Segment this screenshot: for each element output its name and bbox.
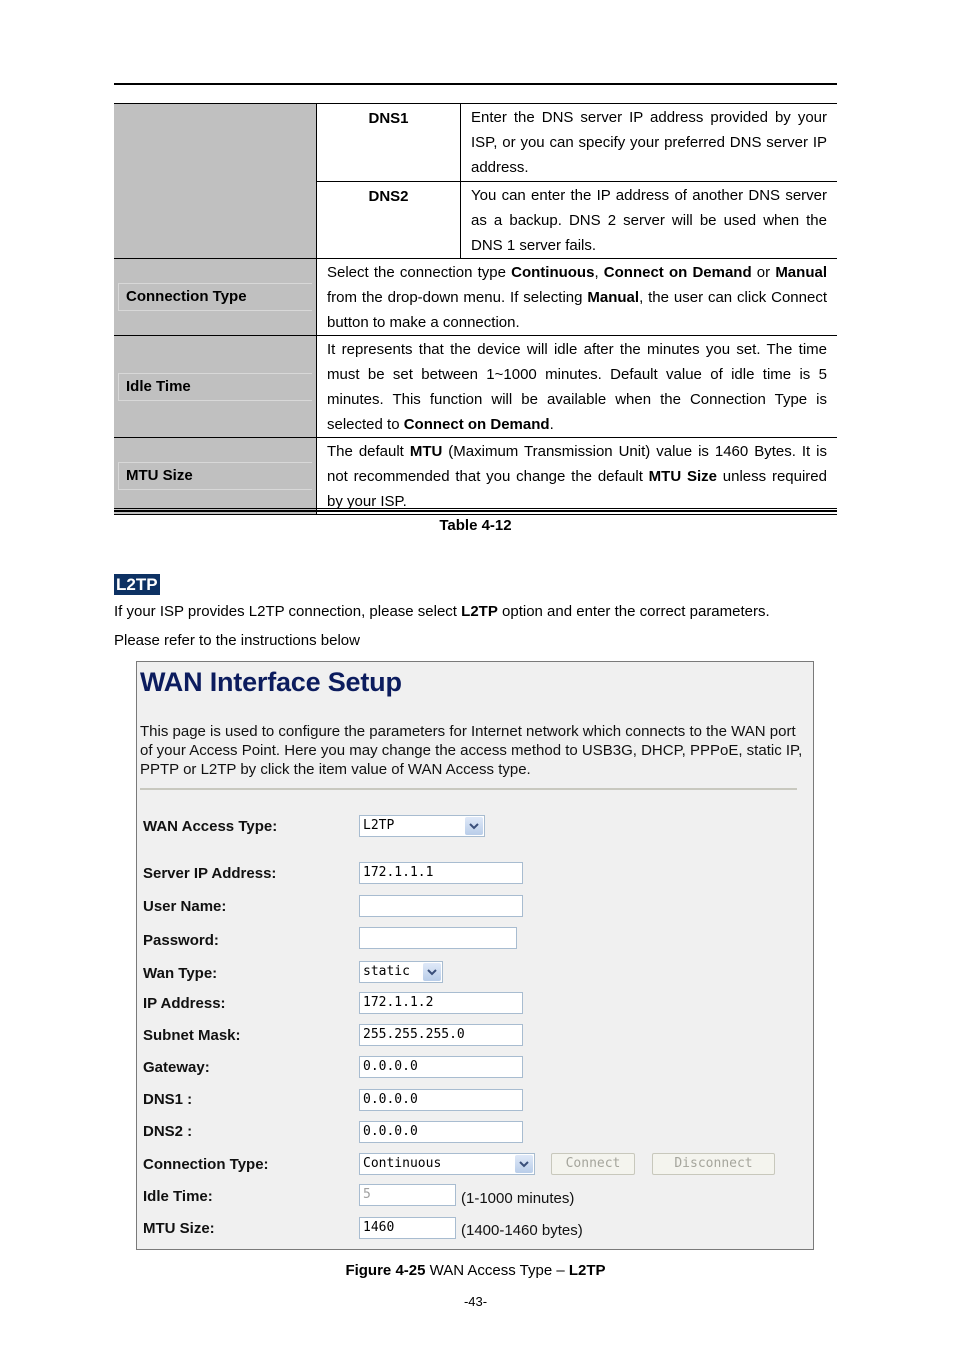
- table-row: MTU Size The default MTU (Maximum Transm…: [114, 437, 837, 515]
- connect-button[interactable]: Connect: [551, 1153, 635, 1175]
- text-bold: MTU: [409, 443, 443, 460]
- chevron-down-icon[interactable]: [423, 963, 441, 981]
- divider: [140, 788, 797, 790]
- connection-type-label: Connection Type:: [143, 1156, 269, 1173]
- section-intro: If your ISP provides L2TP connection, pl…: [114, 603, 837, 620]
- parameter-table: DNS1 Enter the DNS server IP address pro…: [114, 103, 837, 515]
- table-subrow-description: Enter the DNS server IP address provided…: [460, 103, 837, 182]
- row-label: Connection Type: [118, 283, 312, 311]
- mtu-size-input[interactable]: 1460: [359, 1217, 456, 1239]
- idle-time-input[interactable]: 5: [359, 1184, 456, 1206]
- mtu-size-hint: (1400-1460 bytes): [461, 1222, 583, 1239]
- text: If your ISP provides L2TP connection, pl…: [114, 603, 462, 620]
- section-intro-line2: Please refer to the instructions below: [114, 632, 360, 649]
- gateway-input[interactable]: 0.0.0.0: [359, 1056, 523, 1078]
- server-ip-label: Server IP Address:: [143, 865, 277, 882]
- table-label-cell: [114, 103, 317, 259]
- table-bottom-rule: [114, 508, 837, 509]
- text: WAN Access Type –: [425, 1262, 569, 1279]
- wan-access-type-label: WAN Access Type:: [143, 818, 278, 835]
- wan-type-select[interactable]: static: [359, 961, 443, 983]
- select-value: L2TP: [363, 818, 395, 833]
- figure-caption: Figure 4-25 WAN Access Type – L2TP: [114, 1262, 837, 1279]
- table-row: Idle Time It represents that the device …: [114, 335, 837, 438]
- select-value: static: [363, 964, 410, 979]
- table-label-cell: Idle Time: [114, 335, 317, 438]
- row-label: MTU Size: [118, 462, 312, 490]
- user-name-label: User Name:: [143, 898, 227, 915]
- text: The default: [327, 443, 410, 460]
- text-bold: MTU Size: [648, 468, 717, 485]
- text: or: [751, 264, 776, 281]
- select-value: Continuous: [363, 1156, 442, 1171]
- page-title: WAN Interface Setup: [140, 667, 402, 697]
- caption-label: Figure 4-25: [345, 1262, 426, 1279]
- wan-access-type-select[interactable]: L2TP: [359, 815, 485, 837]
- text: Select the connection type: [327, 264, 512, 281]
- ip-address-label: IP Address:: [143, 995, 226, 1012]
- row-description: It represents that the device will idle …: [316, 335, 837, 438]
- mtu-size-label: MTU Size:: [143, 1220, 215, 1237]
- wan-setup-screenshot: WAN Interface Setup This page is used to…: [136, 661, 814, 1250]
- gateway-label: Gateway:: [143, 1059, 210, 1076]
- text-bold: Connect on Demand: [603, 264, 752, 281]
- table-label-cell: Connection Type: [114, 258, 317, 336]
- ip-address-input[interactable]: 172.1.1.2: [359, 992, 523, 1014]
- page-description: This page is used to configure the param…: [140, 723, 803, 778]
- text-bold: Continuous: [511, 264, 595, 281]
- table-bottom-rule: [114, 510, 837, 512]
- text: ,: [594, 264, 604, 281]
- page-number: -43-: [463, 1294, 488, 1309]
- subnet-mask-label: Subnet Mask:: [143, 1027, 241, 1044]
- user-name-input[interactable]: [359, 895, 523, 917]
- disconnect-button[interactable]: Disconnect: [652, 1153, 775, 1175]
- table-subrow-name: DNS1: [316, 103, 461, 182]
- text: It represents that the device will idle …: [327, 341, 827, 433]
- text-bold: Connect on Demand: [403, 416, 550, 433]
- text-bold: L2TP: [568, 1262, 606, 1279]
- wan-type-label: Wan Type:: [143, 965, 218, 982]
- table-caption: Table 4-12: [439, 517, 512, 534]
- idle-time-label: Idle Time:: [143, 1188, 213, 1205]
- server-ip-input[interactable]: 172.1.1.1: [359, 862, 523, 884]
- dns1-label: DNS1 :: [143, 1091, 193, 1108]
- text-bold: Manual: [587, 289, 640, 306]
- password-label: Password:: [143, 932, 219, 949]
- table-row: DNS1 Enter the DNS server IP address pro…: [114, 103, 837, 259]
- password-input[interactable]: [359, 927, 517, 949]
- dns2-input[interactable]: 0.0.0.0: [359, 1121, 523, 1143]
- text: from the drop-down menu. If selecting: [327, 289, 588, 306]
- chevron-down-icon[interactable]: [465, 817, 483, 835]
- text-bold: L2TP: [461, 603, 498, 620]
- table-subrow-name: DNS2: [316, 181, 461, 259]
- table-label-cell: MTU Size: [114, 437, 317, 515]
- text: .: [549, 416, 554, 433]
- connection-type-select[interactable]: Continuous: [359, 1153, 535, 1175]
- section-heading: L2TP: [114, 574, 160, 595]
- dns1-input[interactable]: 0.0.0.0: [359, 1089, 523, 1111]
- text: option and enter the correct parameters.: [497, 603, 770, 620]
- idle-time-hint: (1-1000 minutes): [461, 1190, 575, 1207]
- chevron-down-icon[interactable]: [515, 1155, 533, 1173]
- text-bold: Manual: [775, 264, 827, 281]
- row-label: Idle Time: [118, 372, 312, 401]
- table-subrow-description: You can enter the IP address of another …: [460, 181, 837, 259]
- row-description: Select the connection type Continuous, C…: [316, 258, 837, 336]
- table-row: Connection Type Select the connection ty…: [114, 258, 837, 336]
- subnet-mask-input[interactable]: 255.255.255.0: [359, 1024, 523, 1046]
- header-rule: [114, 83, 837, 85]
- row-description: The default MTU (Maximum Transmission Un…: [316, 437, 837, 515]
- dns2-label: DNS2 :: [143, 1123, 193, 1140]
